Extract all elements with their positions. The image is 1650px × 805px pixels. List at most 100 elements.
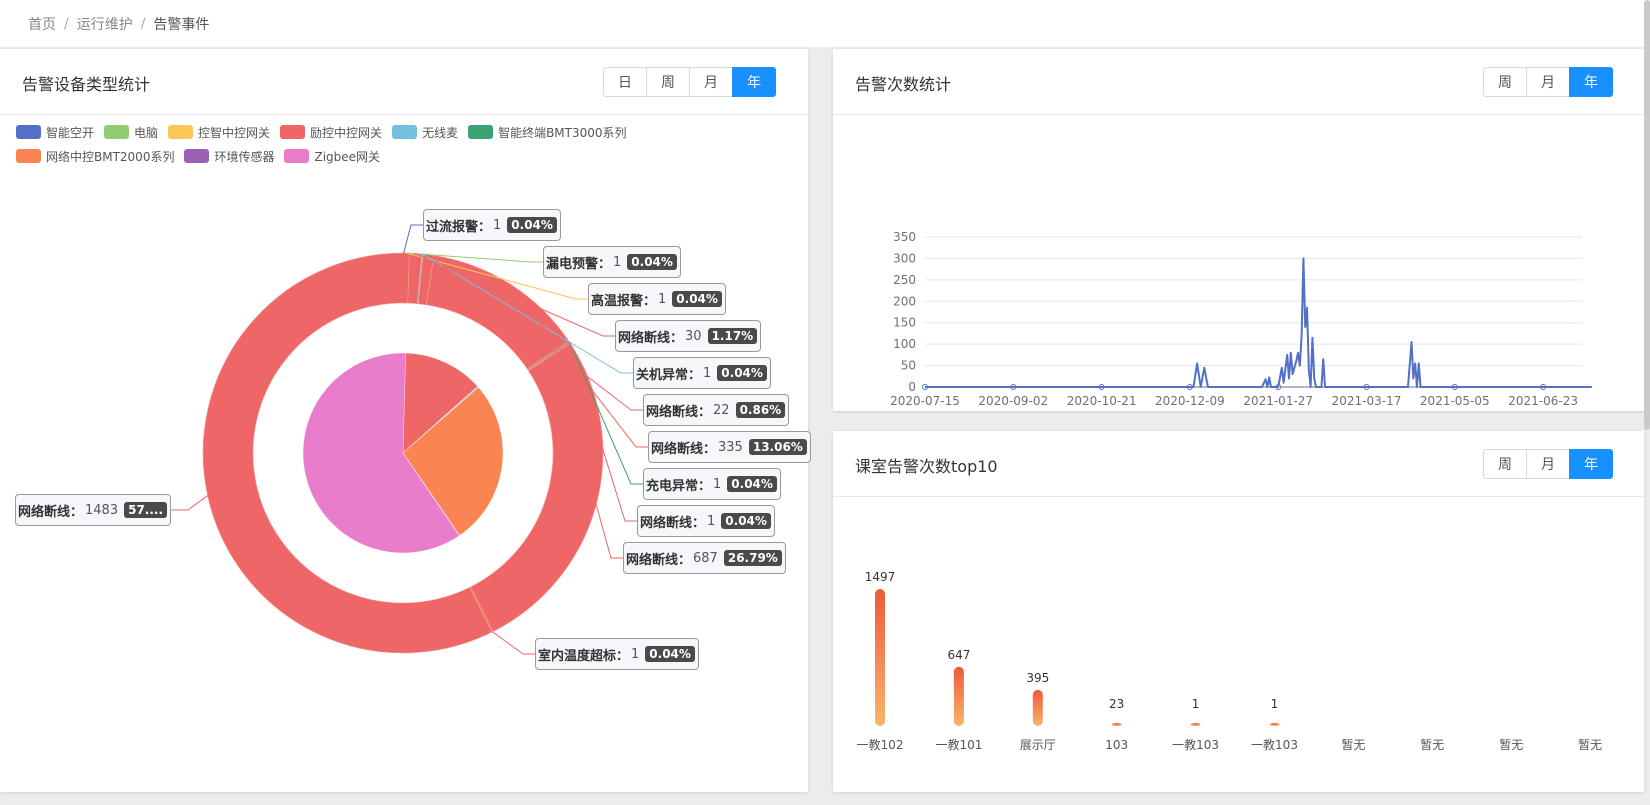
pie-label-name: 网络断线： [626, 552, 692, 568]
pie-label-value: 1 [703, 365, 712, 381]
bar-value-label: 395 [1026, 671, 1049, 685]
x-tick-label: 2020-12-09 [1155, 394, 1225, 408]
y-tick-label: 100 [893, 337, 916, 351]
pie-label-percent: 0.04% [721, 513, 771, 529]
pie-label-name: 网络断线： [618, 330, 684, 346]
bar-category-label: 一教103 [1172, 737, 1219, 752]
pie-label-value: 22 [713, 402, 730, 418]
pie-label-percent: 0.04% [627, 254, 677, 270]
bar-category-label: 暂无 [1420, 738, 1444, 752]
period-week-button[interactable]: 周 [1483, 67, 1527, 97]
x-tick-label: 2021-05-05 [1420, 394, 1490, 408]
y-tick-label: 150 [893, 316, 916, 330]
bar-category-label: 暂无 [1341, 738, 1365, 752]
bar [1269, 723, 1280, 726]
x-tick-label: 2021-03-17 [1332, 394, 1402, 408]
bar-category-label: 一教101 [935, 737, 982, 752]
pie-label-percent: 1.17% [707, 328, 758, 344]
y-tick-label: 300 [893, 251, 916, 265]
page-scrollbar[interactable] [1644, 0, 1650, 430]
pie-label: 高温报警： 1 0.04% [588, 283, 726, 315]
pie-label-percent: 0.86% [735, 402, 786, 418]
bar-category-label: 展示厅 [1020, 738, 1056, 752]
pie-label-value: 687 [693, 550, 718, 566]
x-tick-label: 2020-10-21 [1067, 394, 1137, 408]
period-month-button[interactable]: 月 [1526, 449, 1570, 479]
pie-label-value: 335 [718, 439, 743, 455]
period-year-button[interactable]: 年 [732, 67, 776, 97]
y-tick-label: 250 [893, 273, 916, 287]
pie-label-name: 过流报警： [426, 219, 492, 235]
pie-label-value: 1 [713, 476, 722, 492]
breadcrumb-ops-link[interactable]: 运行维护 [77, 14, 133, 34]
panel-header: 告警次数统计 周 月 年 [833, 49, 1644, 115]
bar-category-label: 一教103 [1251, 737, 1298, 752]
bar-category-label: 暂无 [1499, 738, 1523, 752]
panel-title: 课室告警次数top10 [855, 457, 998, 476]
pie-label: 网络断线： 1 0.04% [637, 505, 775, 537]
pie-label: 网络断线： 687 26.79% [623, 542, 786, 574]
bar-value-label: 647 [947, 648, 970, 662]
pie-label-name: 漏电预警： [546, 256, 612, 272]
period-year-button[interactable]: 年 [1569, 67, 1613, 97]
pie-label-percent: 13.06% [748, 439, 807, 455]
pie-label-value: 30 [685, 328, 702, 344]
x-tick-label: 2020-09-02 [978, 394, 1048, 408]
period-week-button[interactable]: 周 [646, 67, 690, 97]
pie-label-value: 1 [493, 217, 502, 233]
pie-label-percent: 0.04% [645, 646, 695, 662]
y-tick-label: 0 [908, 380, 916, 394]
bar-value-label: 1 [1192, 697, 1200, 711]
pie-label-value: 1 [631, 646, 640, 662]
pie-label-percent: 0.04% [507, 217, 557, 233]
classroom-top10-panel: 课室告警次数top10 周 月 年 一教102 1497 一教101 647 展示厅 39… [833, 431, 1644, 792]
pie-label-name: 关机异常： [636, 367, 702, 383]
bar-category-label: 一教102 [857, 737, 904, 752]
bar [1190, 723, 1201, 726]
period-week-button[interactable]: 周 [1483, 449, 1527, 479]
pie-label: 网络断线： 22 0.86% [643, 394, 790, 426]
pie-label-name: 网络断线： [651, 441, 717, 457]
alarm-count-panel: 告警次数统计 周 月 年 0 50 100 150 200 250 300 350 2020-0… [833, 49, 1644, 411]
x-tick-label: 2020-07-15 [890, 394, 960, 408]
pie-label: 充电异常： 1 0.04% [643, 468, 781, 500]
pie-label-name: 室内温度超标： [538, 648, 630, 664]
classroom-top10-bar-chart: 一教102 1497 一教101 647 展示厅 395 103 23 一教103 1 一教103 1… [857, 570, 1603, 752]
breadcrumb-separator: / [140, 15, 146, 32]
bar-value-label: 1 [1271, 697, 1279, 711]
period-year-button[interactable]: 年 [1569, 449, 1613, 479]
pie-label: 关机异常： 1 0.04% [633, 357, 771, 389]
bar-category-label: 暂无 [1578, 738, 1602, 752]
x-tick-label: 2021-06-23 [1508, 394, 1578, 408]
period-month-button[interactable]: 月 [689, 67, 733, 97]
bar-category-label: 103 [1105, 738, 1128, 752]
breadcrumb: 首页 / 运行维护 / 告警事件 [0, 0, 1650, 47]
pie-label-value: 1 [613, 254, 622, 270]
bar [1111, 723, 1122, 726]
alarm-count-line-chart: 0 50 100 150 200 250 300 350 2020-07-15 2020-09-0… [890, 230, 1592, 408]
pie-label-value: 1483 [85, 502, 119, 518]
period-switch: 周 月 年 [1483, 449, 1613, 479]
pie-label-percent: 0.04% [727, 476, 777, 492]
pie-label: 漏电预警： 1 0.04% [543, 246, 681, 278]
pie-label-percent: 57.... [124, 502, 168, 518]
breadcrumb-current: 告警事件 [153, 16, 210, 33]
pie-label-name: 网络断线： [640, 515, 706, 531]
panel-title: 告警次数统计 [855, 75, 952, 94]
breadcrumb-home-link[interactable]: 首页 [28, 14, 56, 34]
pie-label-name: 充电异常： [646, 478, 712, 494]
pie-label-value: 1 [658, 291, 667, 307]
pie-label-name: 网络断线： [646, 404, 712, 420]
breadcrumb-separator: / [64, 15, 69, 32]
bar [953, 666, 964, 726]
pie-leader-line [492, 631, 535, 655]
x-tick-label: 2021-01-27 [1243, 394, 1313, 408]
pie-label-name: 网络断线： [18, 504, 84, 520]
period-switch: 日 周 月 年 [603, 67, 776, 97]
pie-label: 网络断线： 335 13.06% [648, 431, 811, 463]
pie-label: 过流报警： 1 0.04% [423, 209, 561, 241]
period-day-button[interactable]: 日 [603, 67, 647, 97]
period-switch: 周 月 年 [1483, 67, 1613, 97]
pie-label-percent: 26.79% [723, 550, 782, 566]
period-month-button[interactable]: 月 [1526, 67, 1570, 97]
